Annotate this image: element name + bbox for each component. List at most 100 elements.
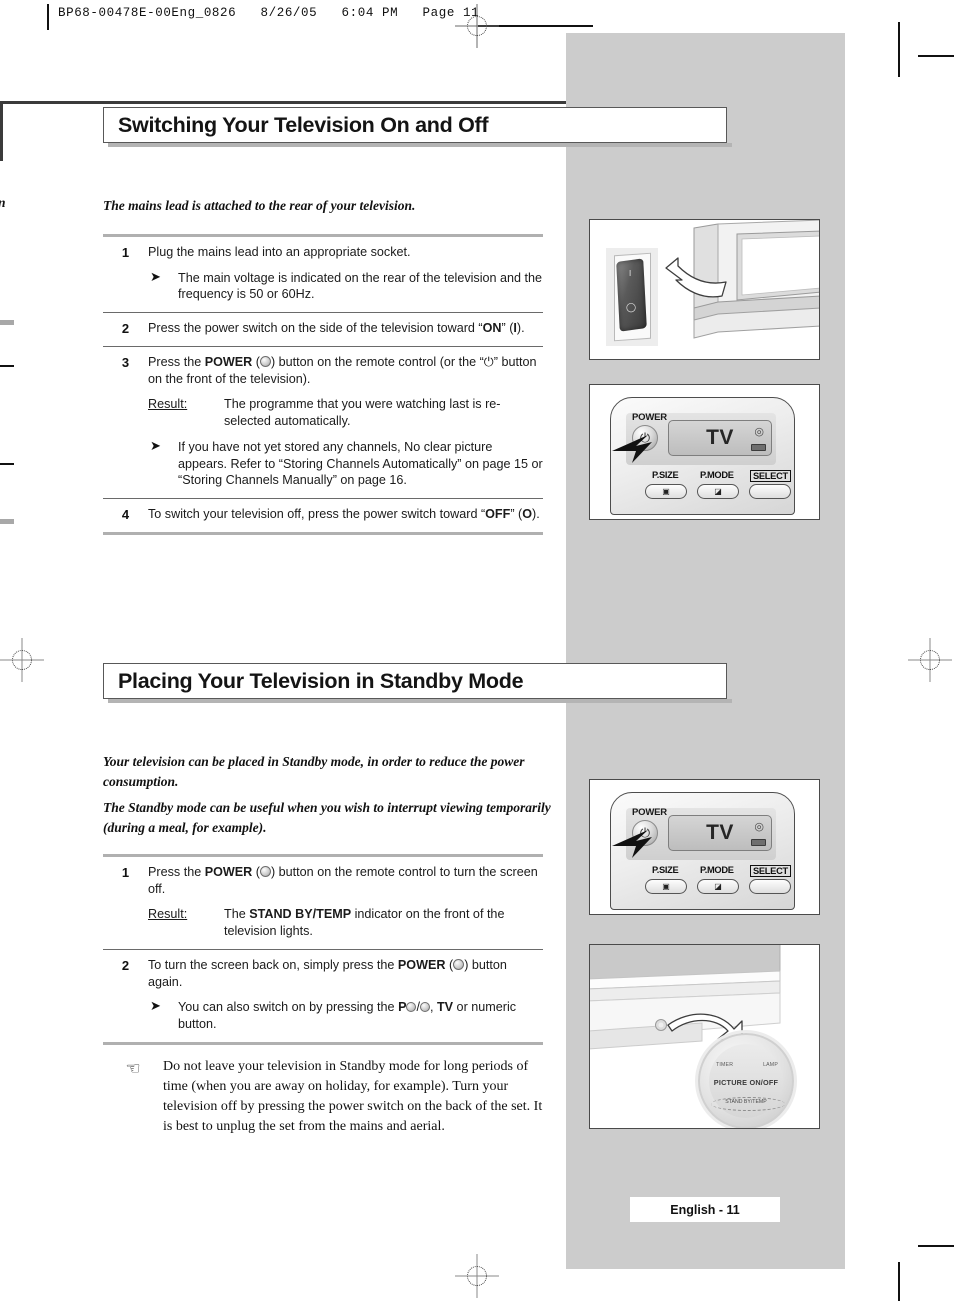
result-emphasis-standby: STAND BY/TEMP	[249, 907, 352, 922]
step-text: Press the POWER () button on the remote …	[148, 354, 543, 387]
step-number: 3	[121, 354, 130, 370]
steps-table-switching: 1 Plug the mains lead into an appropriat…	[103, 234, 543, 535]
step-text: Press the power switch on the side of th…	[148, 320, 543, 337]
step-text-mid: (	[445, 957, 454, 972]
registration-mark-right	[908, 638, 952, 682]
power-button-icon	[259, 866, 271, 877]
step-row: 4 To switch your television off, press t…	[103, 499, 543, 532]
step-row: 2 To turn the screen back on, simply pre…	[103, 950, 543, 1042]
tip-text: Do not leave your television in Standby …	[163, 1058, 543, 1134]
result-label: Result:	[148, 906, 224, 939]
step-text-mid: (	[252, 865, 260, 879]
edge-rule-fragment	[0, 320, 14, 325]
steps-table-standby: 1 Press the POWER () button on the remot…	[103, 854, 543, 1146]
indicator-panel-closeup: TIMER LAMP PICTURE ON/OFF STAND BY/TEMP	[698, 1033, 794, 1128]
page-frame-top-rule	[0, 101, 566, 104]
figure-tv-front: TIMER LAMP PICTURE ON/OFF STAND BY/TEMP	[589, 944, 820, 1129]
result-label-text: Result:	[148, 907, 188, 922]
step-number: 1	[121, 865, 130, 880]
figure-remote-2: POWER ⏻ TV ◎ P.SIZE P.MODE SELECT ▣ ◪	[589, 779, 820, 915]
step-row: 3 Press the POWER () button on the remot…	[103, 347, 543, 498]
step-emphasis-on: ON	[482, 321, 502, 336]
step-text-pre: To switch your television off, press the…	[148, 507, 486, 522]
step-row: 2 Press the power switch on the side of …	[103, 313, 543, 346]
crop-mark-top-right-h	[918, 55, 954, 57]
step-text-post: ).	[516, 321, 525, 336]
channel-down-icon	[419, 1002, 430, 1013]
press-pointer-arrow	[612, 435, 652, 463]
step-body: Press the power switch on the side of th…	[148, 320, 543, 337]
timer-indicator-label: TIMER	[716, 1062, 734, 1068]
step-text: To switch your television off, press the…	[148, 506, 543, 523]
section-lead-standby-2: The Standby mode can be useful when you …	[103, 800, 551, 835]
step-body: To turn the screen back on, simply press…	[148, 957, 543, 1033]
crop-mark-bottom-right-v	[898, 1262, 900, 1301]
section-lead-standby-1: Your television can be placed in Standby…	[103, 754, 525, 789]
registration-mark-left	[0, 638, 44, 682]
step-text-mid: (	[252, 354, 260, 369]
arrow-bullet-icon: ➤	[150, 998, 161, 1014]
step-text-mid: ” (	[510, 507, 523, 522]
note-emphasis-p: P	[398, 1000, 407, 1015]
press-pointer-arrow	[612, 830, 652, 858]
page-frame-left-rule	[0, 101, 3, 161]
section-title-text: Switching Your Television On and Off	[118, 112, 489, 137]
footer-page-text: English - 11	[670, 1202, 740, 1217]
figure-remote-1: POWER ⏻ TV ◎ P.SIZE P.MODE SELECT ▣ ◪	[589, 384, 820, 520]
result-label-text: Result:	[148, 397, 188, 412]
step-number: 2	[121, 957, 130, 973]
table-rule	[103, 531, 543, 535]
sub-note: ➤ If you have not yet stored any channel…	[148, 437, 543, 489]
title-shadow	[108, 699, 732, 703]
figure-mains-switch: I ◯	[589, 219, 820, 360]
note-text-pre: You can also switch on by pressing the	[178, 1000, 399, 1015]
edge-rule-fragment	[0, 519, 14, 524]
tv-corner-drawing	[665, 220, 819, 339]
step-emphasis-power: POWER	[204, 865, 253, 879]
step-text: Press the POWER () button on the remote …	[148, 864, 543, 897]
registration-mark-top	[455, 4, 499, 48]
section-lead-switching: The mains lead is attached to the rear o…	[103, 198, 416, 213]
registration-mark-bottom	[455, 1254, 499, 1298]
edge-rule-fragment	[0, 463, 14, 465]
crop-mark-bottom-right-h	[918, 1245, 954, 1247]
section-title-standby: Placing Your Television in Standby Mode	[103, 663, 727, 699]
step-text-mid: ” (	[501, 321, 514, 336]
power-button-icon	[453, 958, 465, 970]
step-text: Plug the mains lead into an appropriate …	[148, 245, 411, 259]
result-text: The programme that you were watching las…	[224, 397, 501, 429]
step-body: To switch your television off, press the…	[148, 506, 543, 523]
step-text-pre: To turn the screen back on, simply press…	[148, 957, 398, 972]
step-row: 1 Press the POWER () button on the remot…	[103, 857, 543, 949]
edge-rule-fragment	[0, 365, 14, 367]
lamp-indicator-label: LAMP	[763, 1062, 778, 1068]
step-text-pre: Press the	[148, 354, 205, 369]
arrow-bullet-icon: ➤	[150, 268, 161, 284]
print-header: BP68-00478E-00Eng_0826 8/26/05 6:04 PM P…	[58, 6, 480, 20]
picture-onoff-label: PICTURE ON/OFF	[713, 1078, 779, 1087]
result-label: Result:	[148, 396, 224, 429]
result-text: The STAND BY/TEMP indicator on the front…	[224, 906, 543, 939]
manual-page: BP68-00478E-00Eng_0826 8/26/05 6:04 PM P…	[0, 0, 954, 1301]
result-text-pre: The	[224, 907, 250, 922]
step-number: 4	[121, 507, 130, 523]
note-emphasis-tv: TV	[436, 1000, 454, 1015]
step-number: 2	[121, 321, 130, 337]
result-row: Result: The STAND BY/TEMP indicator on t…	[148, 906, 543, 939]
step-text-pre: Press the	[148, 865, 205, 879]
sub-note-text: If you have not yet stored any channels,…	[178, 439, 543, 488]
step-text-pre: Press the power switch on the side of th…	[148, 321, 483, 336]
tip-row: ☜ Do not leave your television in Standb…	[103, 1045, 543, 1147]
arrow-bullet-icon: ➤	[150, 437, 161, 453]
sub-note: ➤ The main voltage is indicated on the r…	[148, 268, 543, 303]
step-body: Press the POWER () button on the remote …	[148, 864, 543, 940]
step-row: 1 Plug the mains lead into an appropriat…	[103, 237, 543, 312]
power-button-icon	[259, 355, 271, 367]
header-rule	[47, 4, 49, 30]
step-text-post: ).	[532, 507, 540, 522]
result-row: Result: The programme that you were watc…	[148, 396, 543, 429]
pointing-hand-icon: ☜	[125, 1058, 141, 1078]
step-emphasis-power: POWER	[397, 957, 446, 972]
standby-temp-label: STAND BY/TEMP	[725, 1099, 767, 1105]
step-body: Plug the mains lead into an appropriate …	[148, 244, 543, 303]
